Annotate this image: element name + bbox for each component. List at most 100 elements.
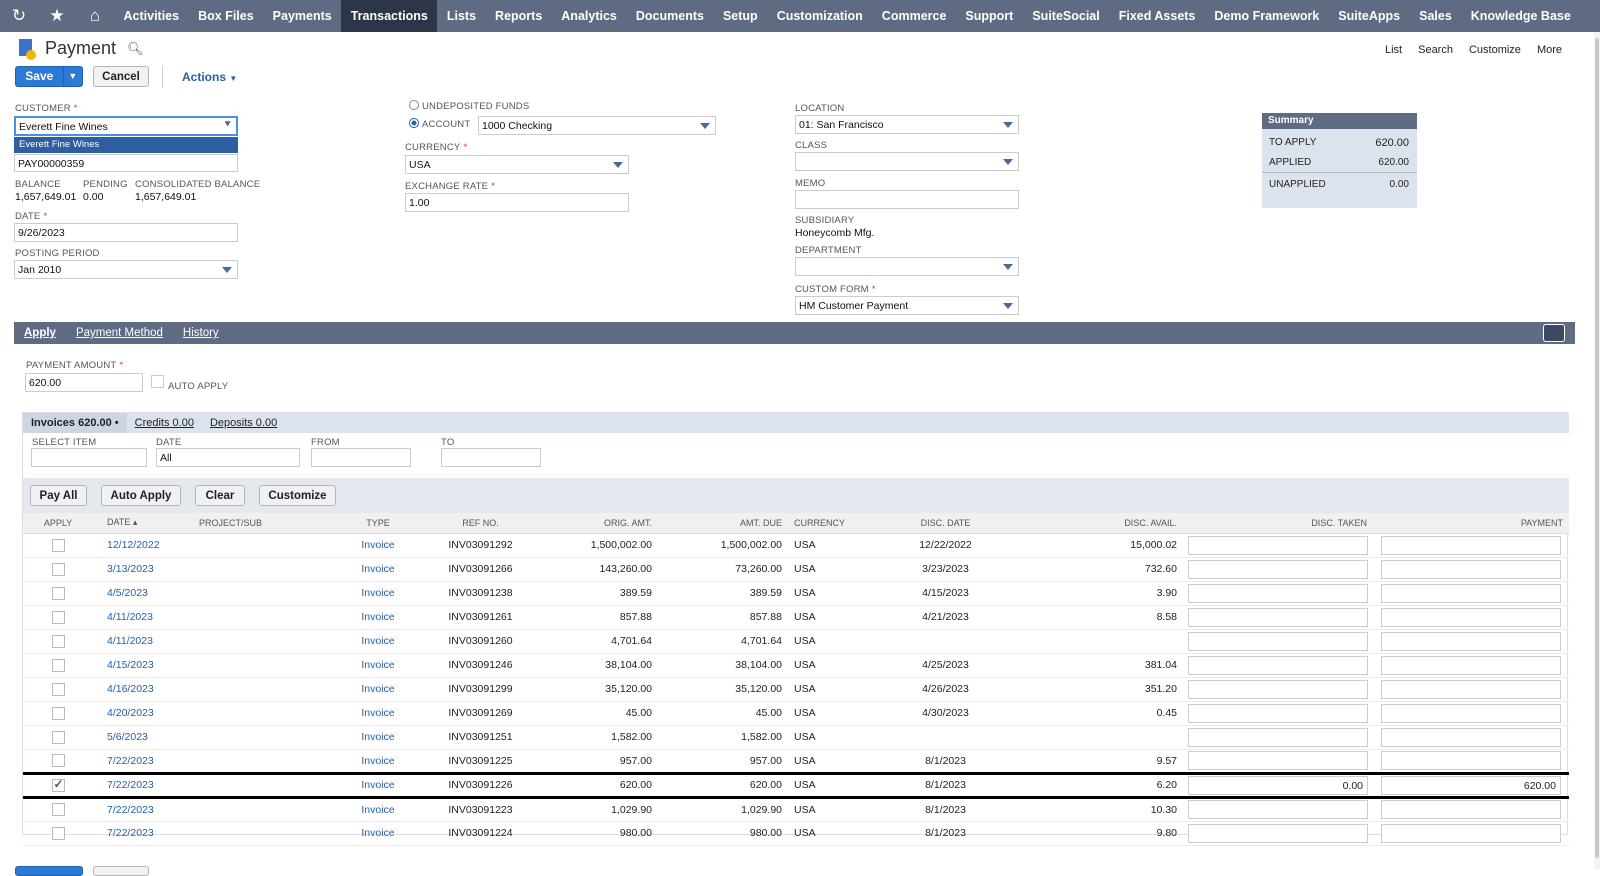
date-link[interactable]: 7/22/2023 [93, 797, 193, 822]
tab-payment-method[interactable]: Payment Method [66, 327, 173, 339]
date-link[interactable]: 4/11/2023 [93, 605, 193, 630]
customize-button[interactable]: Customize [259, 485, 336, 506]
apply-checkbox[interactable] [51, 803, 65, 816]
disc-taken-input[interactable] [1188, 583, 1368, 603]
to-field[interactable] [441, 448, 541, 467]
disc-taken-input[interactable] [1188, 727, 1368, 747]
type-link[interactable]: Invoice [328, 557, 428, 582]
nav-item-customization[interactable]: Customization [767, 0, 872, 32]
type-link[interactable]: Invoice [328, 725, 428, 750]
nav-item-knowledge-base[interactable]: Knowledge Base [1461, 0, 1580, 32]
col-project[interactable]: PROJECT/SUB [193, 513, 328, 534]
subtab-deposits[interactable]: Deposits 0.00 [202, 417, 285, 429]
payment-input[interactable]: 620.00 [1381, 775, 1561, 795]
col-ref[interactable]: REF NO. [428, 513, 533, 534]
apply-checkbox[interactable] [51, 538, 65, 552]
payment-input[interactable] [1381, 631, 1561, 651]
payment-input[interactable] [1381, 607, 1561, 627]
nav-item-box-files[interactable]: Box Files [189, 0, 264, 32]
type-link[interactable]: Invoice [328, 701, 428, 726]
nav-item-reports[interactable]: Reports [486, 0, 552, 32]
apply-checkbox[interactable] [51, 562, 65, 576]
customize-link[interactable]: Customize [1469, 44, 1521, 56]
payment-input[interactable] [1381, 655, 1561, 675]
nav-item-commerce[interactable]: Commerce [872, 0, 956, 32]
payment-input[interactable] [1381, 727, 1561, 747]
customer-select[interactable]: Everett Fine Wines ⯆ [14, 116, 238, 136]
date-link[interactable]: 4/15/2023 [93, 653, 193, 678]
nav-item-suiteapps[interactable]: SuiteApps [1329, 0, 1410, 32]
memo-field[interactable] [795, 190, 1019, 209]
reference-field[interactable]: PAY00000359 [14, 154, 238, 172]
auto-apply-button[interactable]: Auto Apply [101, 485, 181, 506]
nav-item-activities[interactable]: Activities [114, 0, 189, 32]
payment-input[interactable] [1381, 535, 1561, 555]
apply-checkbox[interactable] [51, 730, 65, 744]
disc-taken-input[interactable] [1188, 679, 1368, 699]
date-link[interactable]: 5/6/2023 [93, 725, 193, 750]
disc-taken-input[interactable] [1188, 703, 1368, 723]
tab-apply[interactable]: Apply [14, 327, 66, 339]
col-type[interactable]: TYPE [328, 513, 428, 534]
disc-taken-input[interactable] [1188, 655, 1368, 675]
auto-apply-checkbox[interactable] [151, 375, 164, 388]
class-select[interactable] [795, 152, 1019, 171]
date-link[interactable]: 7/22/2023 [93, 771, 193, 799]
apply-checkbox[interactable] [51, 706, 65, 720]
cancel-button[interactable]: Cancel [93, 66, 149, 87]
apply-checkbox[interactable] [51, 610, 65, 624]
col-date[interactable]: DATE ▴ [93, 513, 193, 534]
nav-item-support[interactable]: Support [956, 0, 1023, 32]
type-link[interactable]: Invoice [328, 821, 428, 846]
actions-menu[interactable]: Actions ▼ [182, 70, 237, 84]
customer-dropdown-option[interactable]: Everett Fine Wines [14, 137, 238, 153]
disc-taken-input[interactable] [1188, 823, 1368, 843]
apply-checkbox[interactable] [51, 586, 65, 600]
save-dropdown-icon[interactable]: ▼ [62, 67, 82, 86]
list-link[interactable]: List [1385, 44, 1402, 56]
nav-item-setup[interactable]: Setup [713, 0, 767, 32]
disc-taken-input[interactable]: 0.00 [1188, 775, 1368, 795]
nav-item-fixed-assets[interactable]: Fixed Assets [1109, 0, 1205, 32]
disc-taken-input[interactable] [1188, 607, 1368, 627]
undeposited-funds-radio[interactable] [409, 100, 419, 110]
nav-item-lists[interactable]: Lists [437, 0, 485, 32]
col-disc-date[interactable]: DISC. DATE [883, 513, 1008, 534]
disc-taken-input[interactable] [1188, 631, 1368, 651]
subtab-invoices[interactable]: Invoices 620.00 • [23, 413, 127, 433]
scrollbar-thumb[interactable] [1595, 38, 1599, 858]
subtab-credits[interactable]: Credits 0.00 [127, 417, 202, 429]
payment-input[interactable] [1381, 559, 1561, 579]
date-link[interactable]: 4/5/2023 [93, 581, 193, 606]
disc-taken-input[interactable] [1188, 751, 1368, 770]
col-currency[interactable]: CURRENCY [788, 513, 883, 534]
disc-taken-input[interactable] [1188, 535, 1368, 555]
currency-select[interactable]: USA [405, 155, 629, 174]
type-link[interactable]: Invoice [328, 749, 428, 774]
type-link[interactable]: Invoice [328, 629, 428, 654]
home-icon[interactable]: ⌂ [76, 0, 114, 32]
custom-form-select[interactable]: HM Customer Payment [795, 296, 1019, 315]
disc-taken-input[interactable] [1188, 559, 1368, 579]
type-link[interactable]: Invoice [328, 653, 428, 678]
date-link[interactable]: 4/16/2023 [93, 677, 193, 702]
col-amt-due[interactable]: AMT. DUE [658, 513, 788, 534]
account-select[interactable]: 1000 Checking [478, 116, 716, 135]
date-link[interactable]: 7/22/2023 [93, 821, 193, 846]
date-link[interactable]: 4/11/2023 [93, 629, 193, 654]
tab-history[interactable]: History [173, 327, 229, 339]
favorites-star-icon[interactable]: ★ [38, 0, 76, 32]
type-link[interactable]: Invoice [328, 533, 428, 558]
col-orig-amt[interactable]: ORIG. AMT. [533, 513, 658, 534]
payment-input[interactable] [1381, 679, 1561, 699]
apply-checkbox[interactable] [51, 754, 65, 767]
nav-item-demo-framework[interactable]: Demo Framework [1205, 0, 1329, 32]
nav-item-sales[interactable]: Sales [1410, 0, 1462, 32]
type-link[interactable]: Invoice [328, 677, 428, 702]
type-link[interactable]: Invoice [328, 581, 428, 606]
more-link[interactable]: More [1537, 44, 1562, 56]
pay-all-button[interactable]: Pay All [30, 485, 87, 506]
payment-input[interactable] [1381, 823, 1561, 843]
payment-input[interactable] [1381, 751, 1561, 770]
apply-checkbox[interactable] [51, 777, 65, 792]
